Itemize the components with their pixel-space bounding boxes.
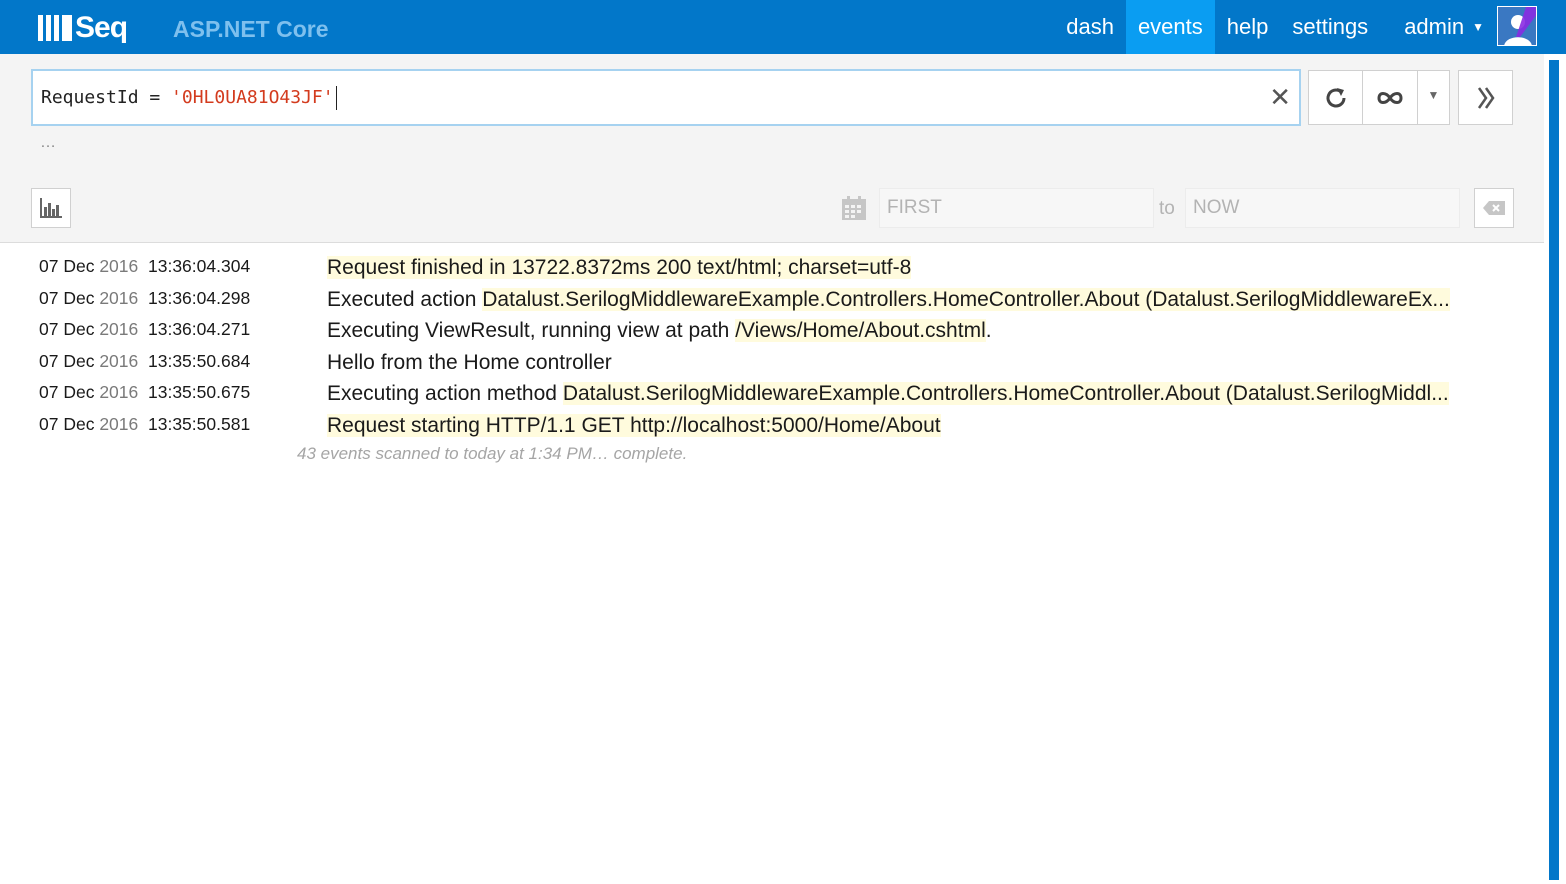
event-property-value: Datalust.SerilogMiddlewareExample.Contro… xyxy=(482,287,1450,311)
event-year: 2016 xyxy=(99,350,139,371)
range-end-input[interactable]: NOW xyxy=(1185,188,1460,228)
event-day: 07 Dec xyxy=(39,350,95,371)
event-row[interactable]: 07 Dec 2016 13:35:50.684 Hello from the H… xyxy=(0,347,1544,379)
text-cursor xyxy=(335,86,337,110)
nav-help[interactable]: help xyxy=(1215,0,1281,54)
scrollbar-thumb[interactable] xyxy=(1549,60,1559,880)
event-list: 07 Dec 2016 13:36:04.304 Request finished… xyxy=(0,252,1544,442)
clear-search-icon[interactable]: ✕ xyxy=(1269,82,1291,112)
query-string-literal: '0HL0UA81O43JF' xyxy=(171,87,334,108)
scrollbar[interactable] xyxy=(1544,54,1566,884)
event-row[interactable]: 07 Dec 2016 13:35:50.581 Request starting… xyxy=(0,410,1544,442)
main-nav: dash events help settings admin ▼ xyxy=(1054,0,1496,54)
event-year: 2016 xyxy=(99,382,139,403)
event-property-value: Request finished in 13722.8372ms 200 tex… xyxy=(327,256,912,279)
chevron-down-icon: ▼ xyxy=(1427,88,1440,102)
nav-settings[interactable]: settings xyxy=(1280,0,1380,54)
refresh-button[interactable] xyxy=(1308,70,1363,125)
more-options[interactable]: … xyxy=(40,134,58,152)
event-timestamp: 07 Dec 2016 13:36:04.298 xyxy=(39,288,250,309)
event-time: 13:36:04.304 xyxy=(148,256,251,276)
seq-logo[interactable]: Seq xyxy=(38,10,128,46)
event-message: Executed action Datalust.SerilogMiddlewa… xyxy=(324,285,1514,315)
event-time: 13:36:04.271 xyxy=(148,319,251,340)
event-row[interactable]: 07 Dec 2016 13:36:04.271 Executing ViewRe… xyxy=(0,315,1544,347)
event-message: Hello from the Home controller xyxy=(324,348,1514,378)
caret-down-icon: ▼ xyxy=(1472,20,1484,34)
tail-button[interactable] xyxy=(1363,70,1418,125)
event-property-value: /Views/Home/About.cshtml xyxy=(735,319,986,343)
event-message: Executing ViewResult, running view at pa… xyxy=(324,316,1514,346)
event-property-value: Datalust.SerilogMiddlewareExample.Contro… xyxy=(562,382,1449,406)
seq-logo-bars-icon xyxy=(38,15,72,41)
nav-events[interactable]: events xyxy=(1125,0,1215,54)
event-day: 07 Dec xyxy=(39,256,95,276)
event-time: 13:36:04.298 xyxy=(148,287,251,308)
search-query: RequestId = '0HL0UA81O43JF' xyxy=(41,86,337,110)
event-timestamp: 07 Dec 2016 13:35:50.675 xyxy=(39,382,250,403)
nav-dash[interactable]: dash xyxy=(1054,0,1126,54)
user-menu[interactable]: admin ▼ xyxy=(1392,0,1496,54)
event-year: 2016 xyxy=(99,256,139,276)
clear-range-button[interactable] xyxy=(1474,188,1514,228)
event-timestamp: 07 Dec 2016 13:35:50.684 xyxy=(39,351,250,372)
double-chevron-right-icon xyxy=(1477,86,1495,109)
user-avatar-icon xyxy=(1498,7,1536,45)
bar-chart-icon xyxy=(40,198,62,218)
event-timestamp: 07 Dec 2016 13:35:50.581 xyxy=(39,414,250,435)
avatar[interactable] xyxy=(1497,6,1537,46)
backspace-icon xyxy=(1483,201,1505,215)
event-day: 07 Dec xyxy=(39,287,95,308)
event-message: Request finished in 13722.8372ms 200 tex… xyxy=(324,253,1514,283)
event-year: 2016 xyxy=(99,319,139,340)
scan-status: 43 events scanned to today at 1:34 PM… c… xyxy=(297,444,688,463)
logo-text: Seq xyxy=(75,11,128,44)
event-property-value: Request starting HTTP/1.1 GET http://loc… xyxy=(327,413,941,437)
event-year: 2016 xyxy=(99,413,139,434)
query-actions: ▼ xyxy=(1308,70,1450,125)
event-day: 07 Dec xyxy=(39,413,95,434)
event-time: 13:35:50.581 xyxy=(148,413,251,434)
event-message: Executing action method Datalust.Serilog… xyxy=(324,379,1514,409)
event-timestamp: 07 Dec 2016 13:36:04.304 xyxy=(39,256,250,277)
event-row[interactable]: 07 Dec 2016 13:36:04.304 Request finished… xyxy=(0,252,1544,284)
event-message-text: Executing ViewResult, running view at pa… xyxy=(327,319,736,343)
infinity-icon xyxy=(1377,91,1403,104)
top-bar: Seq ASP.NET Core dash events help settin… xyxy=(0,0,1566,54)
range-to-label: to xyxy=(1159,198,1175,219)
query-text: RequestId = xyxy=(41,87,172,108)
calendar-icon xyxy=(842,196,866,220)
query-panel: RequestId = '0HL0UA81O43JF' ✕ ▼ … FIRST … xyxy=(0,54,1544,243)
chart-toggle-button[interactable] xyxy=(31,188,71,228)
event-row[interactable]: 07 Dec 2016 13:36:04.298 Executed action … xyxy=(0,284,1544,316)
event-day: 07 Dec xyxy=(39,382,95,403)
event-message-text: Hello from the Home controller xyxy=(327,350,612,374)
user-name: admin xyxy=(1404,14,1465,39)
event-message: Request starting HTTP/1.1 GET http://loc… xyxy=(324,411,1514,441)
event-message-text: . xyxy=(985,319,992,343)
expand-button[interactable] xyxy=(1458,70,1513,125)
search-input[interactable]: RequestId = '0HL0UA81O43JF' ✕ xyxy=(31,69,1301,126)
event-message-text: Executing action method xyxy=(327,382,563,406)
event-message-text: Executed action xyxy=(327,287,483,311)
range-start-input[interactable]: FIRST xyxy=(879,188,1154,228)
app-title: ASP.NET Core xyxy=(173,16,329,42)
event-time: 13:35:50.684 xyxy=(148,350,251,371)
event-day: 07 Dec xyxy=(39,319,95,340)
event-row[interactable]: 07 Dec 2016 13:35:50.675 Executing action… xyxy=(0,378,1544,410)
refresh-icon xyxy=(1326,87,1345,107)
event-year: 2016 xyxy=(99,287,139,308)
tail-options-dropdown[interactable]: ▼ xyxy=(1418,70,1450,125)
event-time: 13:35:50.675 xyxy=(148,382,251,403)
event-timestamp: 07 Dec 2016 13:36:04.271 xyxy=(39,319,250,340)
